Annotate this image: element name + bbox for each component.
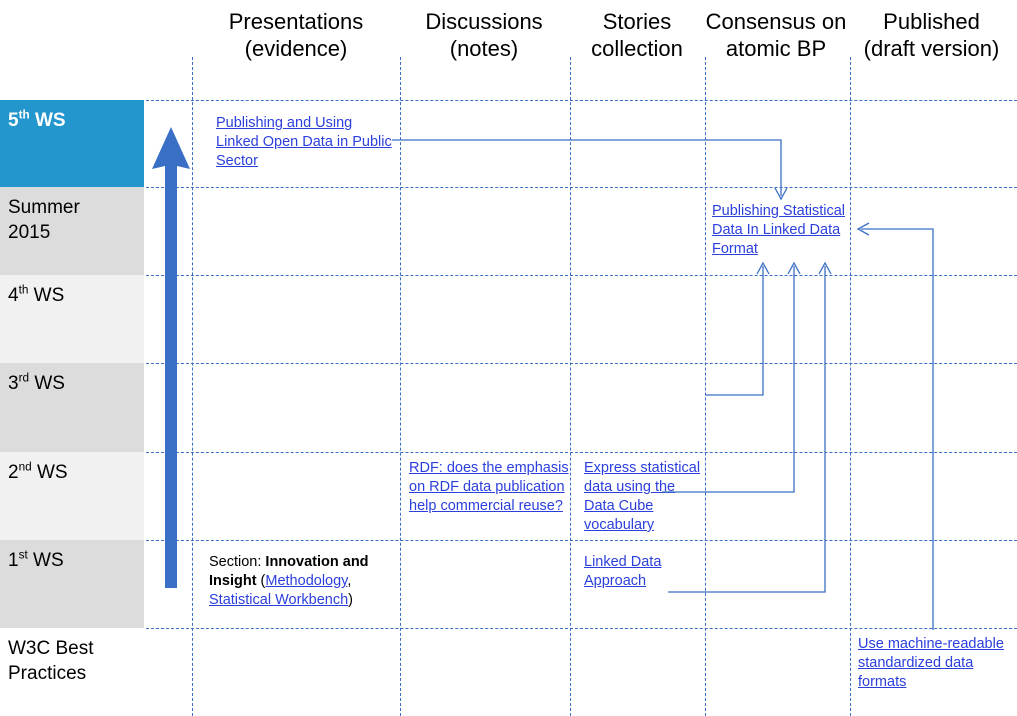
column-header-consensus-line1: Consensus on [705, 9, 847, 34]
cell-ws2-discussions: RDF: does the emphasis on RDF data publi… [409, 459, 570, 516]
grid-vline-presentations [192, 57, 193, 716]
row-label-ws4-suffix: WS [28, 285, 65, 306]
column-header-published: Published (draft version) [846, 8, 1017, 62]
grid-hline-5 [146, 540, 1017, 541]
column-header-presentations-line2: (evidence) [244, 36, 348, 61]
row-label-ws1-suffix: WS [27, 550, 64, 571]
link-methodology[interactable]: Methodology [265, 573, 347, 589]
row-label-w3cbp-line2: Practices [8, 663, 87, 684]
cell-w3cbp-published: Use machine-readable standardized data f… [858, 635, 1010, 692]
row-label-ws2-number: 2 [8, 462, 19, 483]
link-express-statistical-data-cube-vocabulary[interactable]: Express statistical data using the Data … [584, 460, 700, 533]
diagram-canvas: Presentations (evidence) Discussions (no… [0, 0, 1017, 716]
grid-hline-top [146, 100, 1017, 101]
section-separator: , [347, 573, 352, 589]
grid-hline-2 [146, 275, 1017, 276]
column-header-stories-line1: Stories [602, 9, 672, 34]
row-label-ws3-ordinal: rd [18, 371, 30, 385]
grid-vline-discussions [400, 57, 401, 716]
column-header-consensus: Consensus on atomic BP [700, 8, 852, 62]
column-header-discussions: Discussions (notes) [398, 8, 570, 62]
cell-ws2-stories: Express statistical data using the Data … [584, 459, 706, 535]
link-statistical-workbench[interactable]: Statistical Workbench [209, 592, 348, 608]
link-rdf-emphasis-commercial-reuse[interactable]: RDF: does the emphasis on RDF data publi… [409, 460, 569, 514]
cell-ws5-presentations: Publishing and Using Linked Open Data in… [216, 114, 392, 171]
row-label-summer-line1: Summer [8, 197, 80, 218]
column-header-presentations-line1: Presentations [228, 9, 364, 34]
column-header-discussions-line1: Discussions [425, 9, 543, 34]
cell-ws1-stories: Linked Data Approach [584, 553, 706, 591]
row-label-ws5: 5th WS [0, 100, 144, 187]
cell-ws1-presentations: Section: Innovation and Insight (Methodo… [209, 553, 393, 610]
grid-vline-consensus [705, 57, 706, 716]
column-header-stories: Stories collection [568, 8, 706, 62]
row-label-ws5-suffix: WS [29, 110, 66, 131]
row-label-ws5-number: 5 [8, 110, 19, 131]
link-publishing-statistical-data-linked-data-format[interactable]: Publishing Statistical Data In Linked Da… [712, 203, 845, 257]
grid-hline-6 [146, 628, 1017, 629]
row-label-ws5-ordinal: th [18, 108, 30, 122]
row-label-ws3-suffix: WS [29, 373, 65, 394]
section-close-paren: ) [348, 592, 353, 608]
row-label-ws1-ordinal: st [18, 548, 28, 562]
row-label-ws3-number: 3 [8, 373, 19, 394]
column-header-consensus-line2: atomic BP [725, 36, 827, 61]
grid-hline-1 [146, 187, 1017, 188]
row-label-ws2: 2nd WS [0, 452, 144, 540]
row-label-ws1: 1st WS [0, 540, 144, 628]
grid-vline-published [850, 57, 851, 716]
timeline-up-arrow [150, 125, 192, 595]
row-label-ws4: 4th WS [0, 275, 144, 363]
row-label-ws4-number: 4 [8, 285, 19, 306]
link-publishing-using-lod-public-sector[interactable]: Publishing and Using Linked Open Data in… [216, 115, 392, 169]
column-header-presentations: Presentations (evidence) [192, 8, 400, 62]
link-use-machine-readable-standardized-data-formats[interactable]: Use machine-readable standardized data f… [858, 636, 1004, 690]
cell-summer-consensus: Publishing Statistical Data In Linked Da… [712, 202, 854, 259]
row-label-w3c-best-practices: W3C Best Practices [0, 628, 144, 716]
row-label-ws2-suffix: WS [31, 462, 68, 483]
row-label-summer-line2: 2015 [8, 222, 51, 243]
column-header-discussions-line2: (notes) [449, 36, 519, 61]
row-label-ws3: 3rd WS [0, 363, 144, 452]
grid-vline-stories [570, 57, 571, 716]
row-label-summer: Summer 2015 [0, 187, 144, 275]
section-prefix-label: Section: [209, 554, 266, 570]
link-linked-data-approach[interactable]: Linked Data Approach [584, 554, 661, 589]
column-header-stories-line2: collection [591, 36, 683, 61]
row-label-w3cbp-line1: W3C Best [8, 638, 94, 659]
row-label-ws2-ordinal: nd [18, 460, 32, 474]
row-label-ws1-number: 1 [8, 550, 19, 571]
row-label-ws4-ordinal: th [18, 283, 29, 297]
grid-hline-3 [146, 363, 1017, 364]
column-header-published-line2: (draft version) [863, 36, 1000, 61]
grid-hline-4 [146, 452, 1017, 453]
column-header-published-line1: Published [883, 9, 980, 34]
